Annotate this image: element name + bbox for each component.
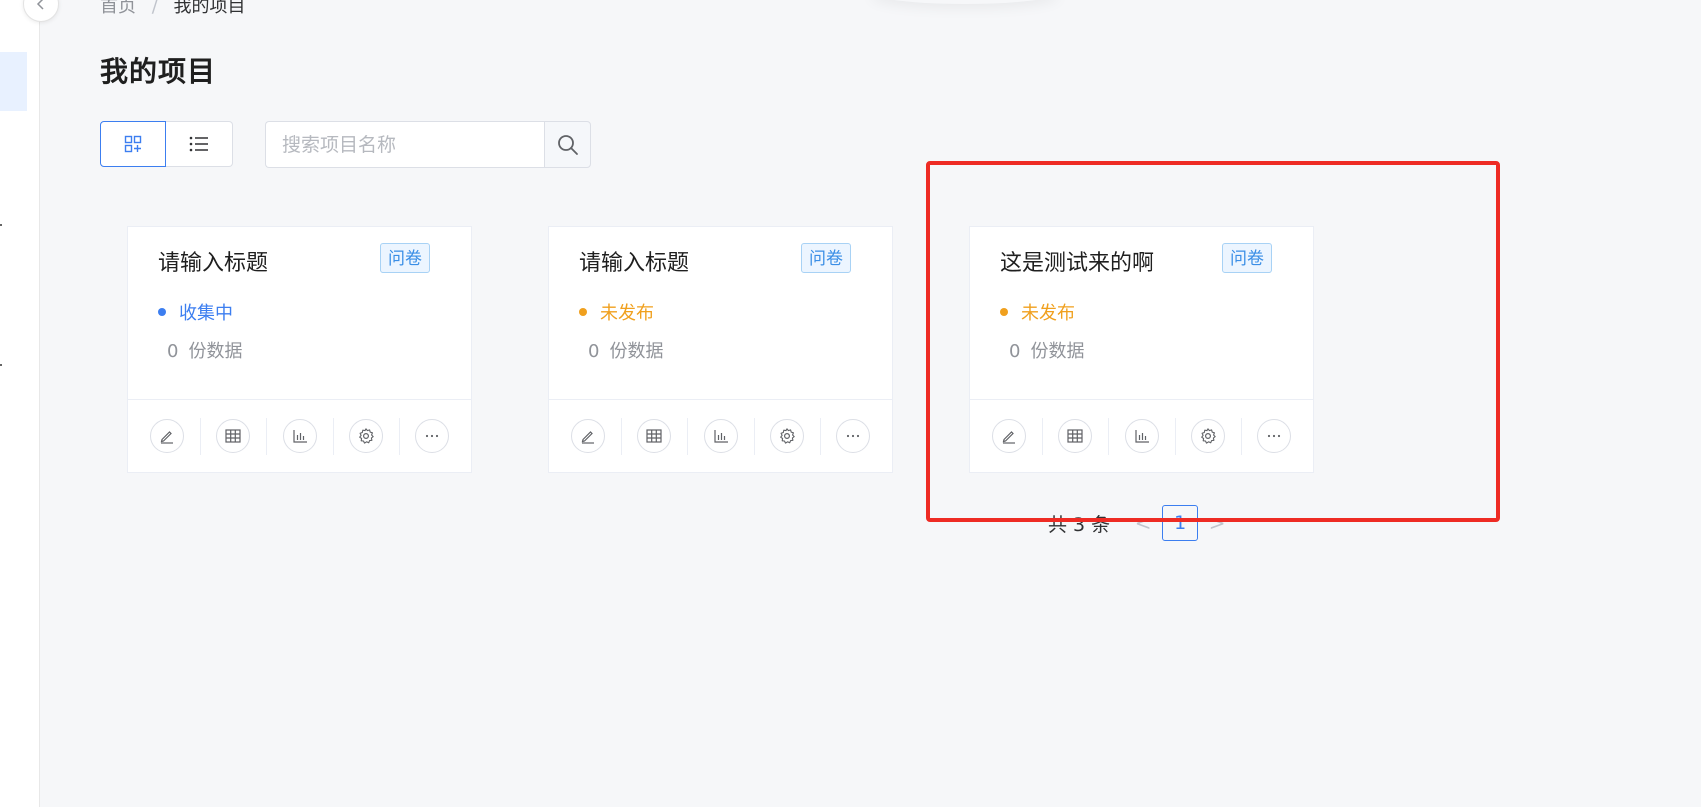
pagination-total: 共 3 条 xyxy=(1048,513,1111,536)
more-button[interactable] xyxy=(819,400,886,473)
more-button[interactable] xyxy=(1240,400,1307,473)
grid-icon xyxy=(124,135,142,153)
project-card[interactable]: 这是测试来的啊 问卷 未发布 0 份数据 xyxy=(969,226,1314,473)
settings-button[interactable] xyxy=(332,400,399,473)
edit-icon xyxy=(1002,431,1016,444)
project-status: 未发布 xyxy=(1000,299,1075,325)
list-view-button[interactable] xyxy=(166,121,233,167)
settings-icon xyxy=(358,428,374,444)
data-count-label: 份数据 xyxy=(188,341,243,362)
settings-icon xyxy=(779,428,795,444)
data-count-label: 份数据 xyxy=(609,341,664,362)
status-dot xyxy=(579,308,587,316)
breadcrumb: 首页 / 我的项目 xyxy=(100,0,246,18)
more-button[interactable] xyxy=(398,400,465,473)
sidebar xyxy=(0,0,40,807)
breadcrumb-home[interactable]: 首页 xyxy=(100,0,136,17)
project-card[interactable]: 请输入标题 问卷 未发布 0 份数据 xyxy=(548,226,893,473)
top-shadow xyxy=(870,0,1060,4)
data-table-button[interactable] xyxy=(200,400,266,473)
search-button[interactable] xyxy=(544,121,591,168)
chart-icon xyxy=(1134,430,1149,443)
pagination-prev-button[interactable]: < xyxy=(1130,511,1156,535)
data-count-number: 0 xyxy=(167,341,179,362)
data-count-number: 0 xyxy=(1009,341,1021,362)
table-icon xyxy=(646,429,662,443)
pagination-next-button[interactable]: > xyxy=(1204,511,1230,535)
data-count: 0 份数据 xyxy=(167,337,242,363)
card-actions xyxy=(549,399,892,472)
search-icon xyxy=(557,134,578,155)
more-icon xyxy=(1267,434,1281,438)
card-actions xyxy=(128,399,471,472)
status-text: 未发布 xyxy=(1021,303,1075,324)
project-status: 收集中 xyxy=(158,299,233,325)
chevron-left-icon xyxy=(36,0,44,10)
status-text: 收集中 xyxy=(179,303,233,324)
edit-button[interactable] xyxy=(555,400,621,473)
card-actions xyxy=(970,399,1313,472)
edit-button[interactable] xyxy=(976,400,1042,473)
breadcrumb-current: 我的项目 xyxy=(173,0,246,17)
project-title[interactable]: 这是测试来的啊 xyxy=(1000,245,1154,277)
pagination: 共 3 条 < 1 > xyxy=(1048,505,1230,541)
status-dot xyxy=(1000,308,1008,316)
more-icon xyxy=(846,434,860,438)
project-title[interactable]: 请输入标题 xyxy=(158,245,268,277)
chart-icon xyxy=(713,430,728,443)
table-icon xyxy=(225,429,241,443)
pagination-page-1[interactable]: 1 xyxy=(1162,505,1199,541)
project-type-tag: 问卷 xyxy=(801,243,851,273)
project-type-tag: 问卷 xyxy=(1222,243,1272,273)
edit-icon xyxy=(581,431,595,444)
settings-button[interactable] xyxy=(1174,400,1241,473)
project-status: 未发布 xyxy=(579,299,654,325)
statistics-button[interactable] xyxy=(266,400,332,473)
table-icon xyxy=(1067,429,1083,443)
page-title: 我的项目 xyxy=(100,55,217,88)
list-icon xyxy=(189,136,208,152)
status-dot xyxy=(158,308,166,316)
data-table-button[interactable] xyxy=(1042,400,1108,473)
sidebar-active-item[interactable] xyxy=(0,52,27,111)
data-count: 0 份数据 xyxy=(588,337,663,363)
edit-icon xyxy=(160,431,174,444)
breadcrumb-separator: / xyxy=(151,0,158,17)
project-card[interactable]: 请输入标题 问卷 收集中 0 份数据 xyxy=(127,226,472,473)
grid-view-button[interactable] xyxy=(100,121,166,167)
search-box xyxy=(265,121,591,168)
status-text: 未发布 xyxy=(600,303,654,324)
data-count: 0 份数据 xyxy=(1009,337,1084,363)
more-icon xyxy=(425,434,439,438)
data-count-label: 份数据 xyxy=(1030,341,1085,362)
settings-button[interactable] xyxy=(753,400,820,473)
search-input[interactable] xyxy=(265,121,544,168)
sidebar-marker xyxy=(0,364,2,366)
settings-icon xyxy=(1200,428,1216,444)
data-table-button[interactable] xyxy=(621,400,687,473)
statistics-button[interactable] xyxy=(1108,400,1174,473)
statistics-button[interactable] xyxy=(687,400,753,473)
sidebar-marker xyxy=(0,224,2,226)
project-title[interactable]: 请输入标题 xyxy=(579,245,689,277)
chart-icon xyxy=(292,430,307,443)
edit-button[interactable] xyxy=(134,400,200,473)
data-count-number: 0 xyxy=(588,341,600,362)
project-type-tag: 问卷 xyxy=(380,243,430,273)
view-toggle xyxy=(100,121,233,167)
